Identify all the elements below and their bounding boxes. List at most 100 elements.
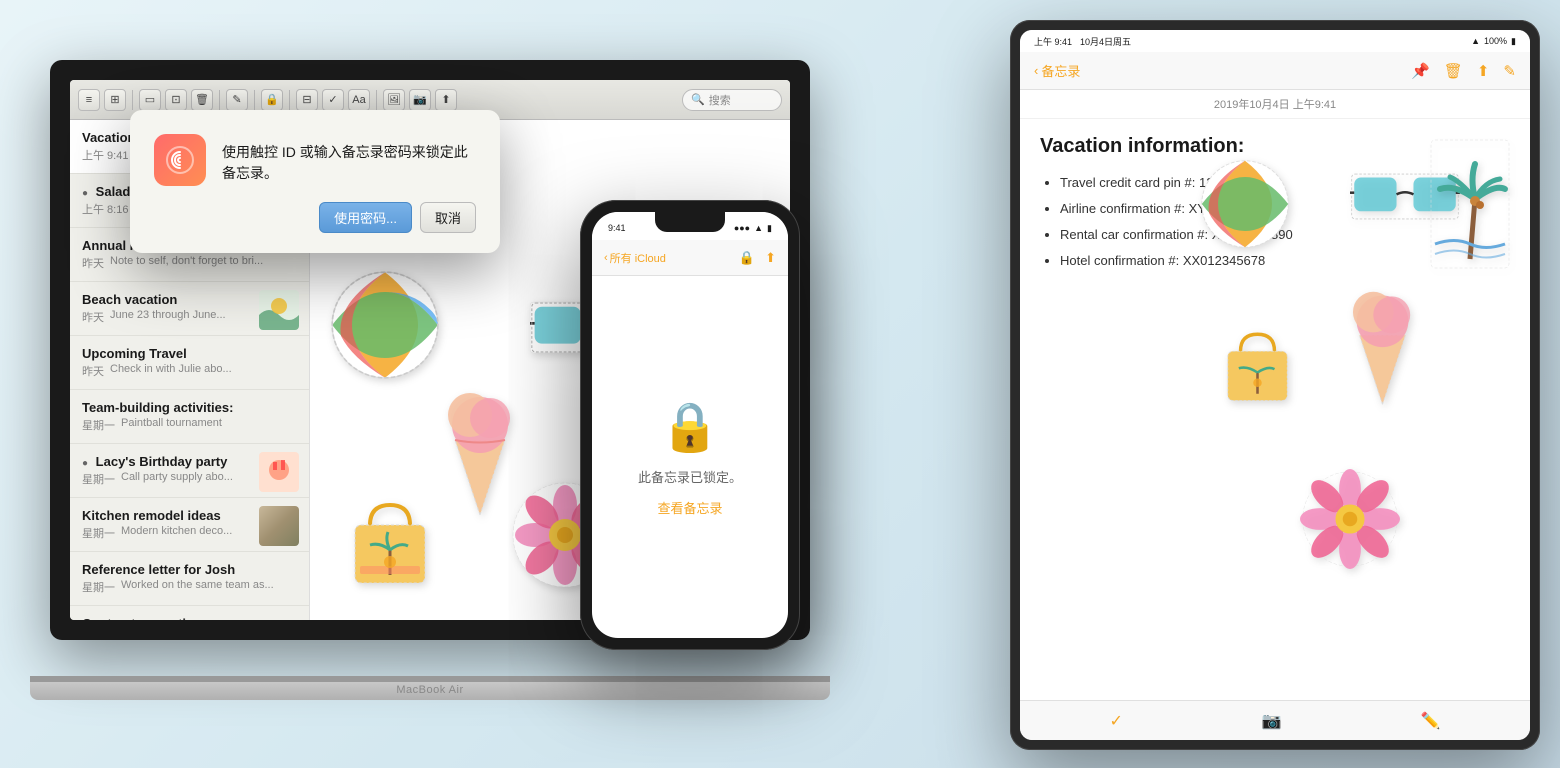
ipad-draw-icon[interactable]: ✏️ (1421, 711, 1441, 731)
ipad-body: 上午 9:41 10月4日周五 ▲ 100% ▮ ‹ 备忘录 📌 🗑 (1010, 20, 1540, 750)
media-button[interactable]: 🖼 (383, 89, 405, 111)
ipad-beach-ball-sticker (1200, 159, 1290, 249)
ipad-tote-bag-sticker (1215, 319, 1300, 409)
toolbar-separator-1 (132, 90, 133, 110)
format-button[interactable]: Aa (348, 89, 370, 111)
lock-dialog: 使用触控 ID 或输入备忘录密码来锁定此备忘录。 使用密码... 取消 (130, 110, 500, 253)
attachment-button[interactable]: ⊡ (165, 89, 187, 111)
gallery-view-button[interactable]: ▭ (139, 89, 161, 111)
note-title: Reference letter for Josh (82, 562, 297, 577)
tote-bag-sticker (340, 490, 440, 590)
iphone-nav-icons: 🔒 ⬆ (739, 250, 776, 266)
beach-ball-sticker (330, 270, 440, 380)
iphone-lock-large-icon: 🔒 (660, 398, 720, 455)
note-icon: ● (82, 188, 88, 199)
ipad-wifi-icon: ▲ (1471, 36, 1480, 46)
list-item[interactable]: Reference letter for Josh 星期一 Worked on … (70, 552, 309, 606)
iphone-status-icons: ●●● ▲ ▮ (734, 223, 772, 234)
grid-view-button[interactable]: ⊞ (104, 89, 126, 111)
ipad-delete-icon[interactable]: 🗑 (1444, 62, 1463, 80)
ipad-battery-icon: ▮ (1511, 36, 1516, 47)
ipad-status-bar: 上午 9:41 10月4日周五 ▲ 100% ▮ (1020, 30, 1530, 52)
share-button[interactable]: ⬆ (435, 89, 457, 111)
ipad-chevron-left-icon: ‹ (1034, 63, 1038, 78)
list-item[interactable]: Contractor meeting 2019/8/11 Gary says t… (70, 606, 309, 620)
ipad-back-button[interactable]: ‹ 备忘录 (1034, 61, 1080, 80)
iphone-time: 9:41 (608, 223, 626, 233)
list-item[interactable]: Beach vacation 昨天 June 23 through June..… (70, 282, 309, 336)
toolbar-separator-4 (289, 90, 290, 110)
lock-dialog-message: 使用触控 ID 或输入备忘录密码来锁定此备忘录。 (222, 134, 476, 184)
note-meta: 昨天 Check in with Julie abo... (82, 363, 297, 379)
ipad-pin-icon[interactable]: 📌 (1411, 62, 1430, 80)
iphone-chevron-left-icon: ‹ (604, 252, 608, 264)
toolbar-separator-2 (219, 90, 220, 110)
note-thumbnail (259, 290, 299, 330)
macbook-base (30, 682, 830, 700)
ipad: 上午 9:41 10月4日周五 ▲ 100% ▮ ‹ 备忘录 📌 🗑 (1010, 20, 1540, 750)
lock-dialog-buttons: 使用密码... 取消 (154, 202, 476, 233)
iphone-signal-icon: ●●● (734, 223, 750, 233)
search-bar[interactable]: 🔍 搜索 (682, 89, 782, 111)
note-icon: ● (82, 458, 88, 469)
sidebar-toggle-button[interactable]: ≡ (78, 89, 100, 111)
note-meta: 星期一 Worked on the same team as... (82, 579, 297, 595)
ipad-flower-sticker (1300, 469, 1400, 569)
search-icon: 🔍 (691, 93, 705, 106)
compose-button[interactable]: ✎ (226, 89, 248, 111)
ipad-bottom-bar: ✓ 📷 ✏️ (1020, 700, 1530, 740)
iphone-screen: 9:41 ●●● ▲ ▮ ‹ 所有 iCloud 🔒 ⬆ (592, 212, 788, 638)
note-title: Team-building activities: (82, 400, 297, 415)
camera-button[interactable]: 📷 (409, 89, 431, 111)
ipad-compose-icon[interactable]: ✎ (1503, 62, 1516, 80)
ipad-back-label: 备忘录 (1041, 61, 1080, 80)
iphone-back-label: 所有 iCloud (610, 250, 666, 266)
ipad-status-right: ▲ 100% ▮ (1471, 36, 1516, 47)
table-button[interactable]: ⊟ (296, 89, 318, 111)
note-meta: 昨天 Note to self, don't forget to bri... (82, 255, 297, 271)
iphone-back-button[interactable]: ‹ 所有 iCloud (604, 250, 666, 266)
list-item[interactable]: Upcoming Travel 昨天 Check in with Julie a… (70, 336, 309, 390)
lock-dialog-content: 使用触控 ID 或输入备忘录密码来锁定此备忘录。 (154, 134, 476, 186)
ipad-checklist-icon[interactable]: ✓ (1109, 711, 1122, 731)
iphone-share-icon[interactable]: ⬆ (765, 250, 776, 266)
ipad-icecream-sticker (1345, 289, 1420, 409)
ipad-palm-tree-sticker (1420, 139, 1520, 269)
iphone-view-note-link[interactable]: 查看备忘录 (657, 498, 722, 517)
iphone-lock-icon[interactable]: 🔒 (739, 250, 755, 266)
ipad-time: 上午 9:41 (1034, 35, 1072, 48)
ipad-note-content: Vacation information: Travel credit card… (1020, 119, 1530, 700)
iphone-locked-message: 此备忘录已锁定。 (638, 467, 742, 486)
ipad-note-meta: 2019年10月4日 上午9:41 (1020, 90, 1530, 119)
ipad-screen: 上午 9:41 10月4日周五 ▲ 100% ▮ ‹ 备忘录 📌 🗑 (1020, 30, 1530, 740)
icecream-sticker (440, 390, 520, 520)
iphone-locked-content: 🔒 此备忘录已锁定。 查看备忘录 (592, 276, 788, 638)
iphone-nav-bar: ‹ 所有 iCloud 🔒 ⬆ (592, 240, 788, 276)
iphone-wifi-icon: ▲ (754, 223, 763, 233)
iphone-notch (655, 212, 725, 232)
ipad-nav-icons: 📌 🗑 ⬆ ✎ (1411, 62, 1516, 80)
toolbar-separator-3 (254, 90, 255, 110)
iphone-body: 9:41 ●●● ▲ ▮ ‹ 所有 iCloud 🔒 ⬆ (580, 200, 800, 650)
checklist-button[interactable]: ✓ (322, 89, 344, 111)
cancel-button[interactable]: 取消 (420, 202, 476, 233)
note-meta: 星期一 Paintball tournament (82, 417, 297, 433)
list-item[interactable]: Team-building activities: 星期一 Paintball … (70, 390, 309, 444)
delete-button[interactable]: 🗑 (191, 89, 213, 111)
ipad-camera-icon[interactable]: 📷 (1262, 711, 1282, 731)
note-thumbnail (259, 506, 299, 546)
toolbar-separator-5 (376, 90, 377, 110)
search-placeholder: 搜索 (709, 92, 731, 108)
use-password-button[interactable]: 使用密码... (319, 202, 412, 233)
lock-button[interactable]: 🔒 (261, 89, 283, 111)
ipad-share-icon[interactable]: ⬆ (1477, 62, 1490, 80)
ipad-status-left: 上午 9:41 10月4日周五 (1034, 35, 1131, 48)
ipad-date: 10月4日周五 (1080, 35, 1131, 48)
iphone: 9:41 ●●● ▲ ▮ ‹ 所有 iCloud 🔒 ⬆ (580, 200, 800, 650)
ipad-nav-bar: ‹ 备忘录 📌 🗑 ⬆ ✎ (1020, 52, 1530, 90)
iphone-battery-icon: ▮ (767, 223, 772, 234)
list-item[interactable]: ● Lacy's Birthday party 星期一 Call party s… (70, 444, 309, 498)
ipad-battery: 100% (1484, 36, 1507, 46)
list-item[interactable]: Kitchen remodel ideas 星期一 Modern kitchen… (70, 498, 309, 552)
lock-dialog-icon (154, 134, 206, 186)
